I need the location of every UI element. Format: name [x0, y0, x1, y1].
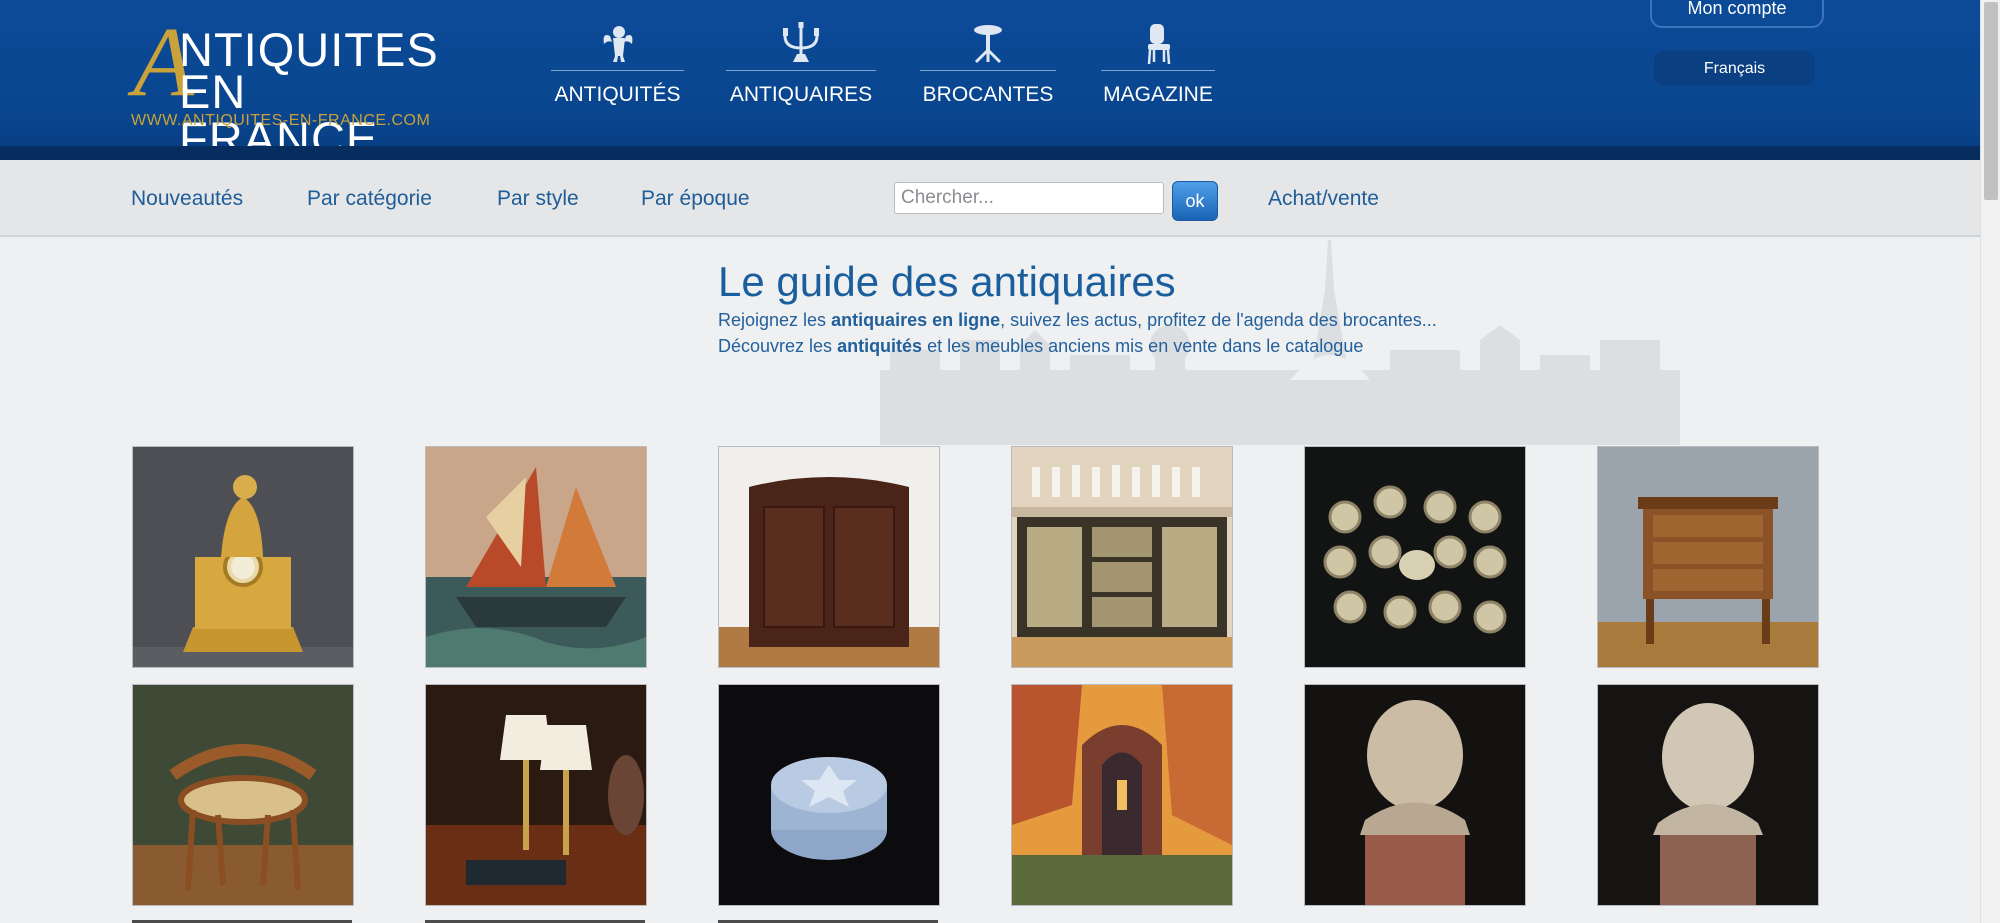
nav-underline: [551, 70, 684, 71]
walnut-corner-cabinet-image: [719, 447, 939, 667]
chair-icon: [1147, 24, 1171, 65]
pair-of-table-lamps-image: [426, 685, 646, 905]
cherub-icon: [603, 26, 632, 62]
product-thumbnail-ruined-abbey-painting[interactable]: [1011, 684, 1233, 906]
product-thumbnail-crystal-glass-set-on-cabinet[interactable]: [1011, 446, 1233, 668]
nav-underline: [726, 70, 876, 71]
hero-text: , suivez les actus, profitez de l'agenda…: [1000, 310, 1437, 330]
antiquites-link[interactable]: antiquités: [837, 336, 922, 356]
main-nav-label: MAGAZINE: [1103, 83, 1213, 106]
porcelain-tea-service-image: [1305, 447, 1525, 667]
child-bust-sculpture-1-image: [1305, 685, 1525, 905]
main-nav-antiquaires[interactable]: ANTIQUAIRES: [726, 22, 876, 112]
main-nav-brocantes[interactable]: BROCANTES: [920, 22, 1056, 112]
subnav-par-categorie[interactable]: Par catégorie: [307, 187, 432, 211]
product-thumbnail-walnut-corner-cabinet[interactable]: [718, 446, 940, 668]
site-header: A NTIQUITES EN FRANCE WWW.ANTIQUITES-EN-…: [0, 0, 1980, 163]
nav-underline: [1101, 70, 1215, 71]
nav-underline: [920, 70, 1056, 71]
sailboat-painting-image: [426, 447, 646, 667]
glass-powder-box-image: [719, 685, 939, 905]
scrollbar-thumb[interactable]: [1984, 2, 1998, 200]
main-nav-antiquites[interactable]: ANTIQUITÉS: [551, 22, 684, 112]
logo-url: WWW.ANTIQUITES-EN-FRANCE.COM: [131, 112, 431, 129]
bentwood-cane-armchair-image: [133, 685, 353, 905]
hero-text: Découvrez les: [718, 336, 838, 356]
product-thumbnail-gilt-bronze-clock[interactable]: [132, 446, 354, 668]
crystal-glass-set-image: [1012, 447, 1232, 667]
gilt-bronze-clock-image: [133, 447, 353, 667]
product-thumbnail-child-bust-sculpture-1[interactable]: [1304, 684, 1526, 906]
page-scrollbar[interactable]: [1980, 0, 2000, 923]
language-selector[interactable]: Français: [1654, 51, 1815, 86]
hero-text: Rejoignez les: [718, 310, 832, 330]
child-bust-sculpture-2-image: [1598, 685, 1818, 905]
search-input[interactable]: [894, 182, 1164, 214]
product-thumbnail-glass-powder-box[interactable]: [718, 684, 940, 906]
product-thumbnail-porcelain-tea-service[interactable]: [1304, 446, 1526, 668]
candelabra-icon: [783, 22, 819, 62]
product-thumbnail-small-chest-of-drawers[interactable]: [1597, 446, 1819, 668]
header-bottom-strip: [0, 146, 1980, 160]
subnav-nouveautes[interactable]: Nouveautés: [131, 187, 243, 211]
hero-intro-line-1: Rejoignez les antiquaires en ligne, suiv…: [718, 310, 1437, 331]
product-thumbnail-bentwood-cane-armchair[interactable]: [132, 684, 354, 906]
site-logo[interactable]: A NTIQUITES EN FRANCE WWW.ANTIQUITES-EN-…: [131, 12, 441, 163]
main-nav-label: BROCANTES: [922, 83, 1054, 106]
main-nav-magazine[interactable]: MAGAZINE: [1101, 22, 1215, 112]
ruined-abbey-painting-image: [1012, 685, 1232, 905]
search-ok-button[interactable]: ok: [1172, 181, 1218, 221]
main-nav-label: ANTIQUITÉS: [554, 83, 681, 106]
product-thumbnail-child-bust-sculpture-2[interactable]: [1597, 684, 1819, 906]
subnav-achat-vente[interactable]: Achat/vente: [1268, 187, 1379, 211]
sub-navigation: Nouveautés Par catégorie Par style Par é…: [0, 160, 1980, 237]
hero-intro-line-2: Découvrez les antiquités et les meubles …: [718, 336, 1363, 357]
product-thumbnail-pair-of-table-lamps[interactable]: [425, 684, 647, 906]
subnav-par-epoque[interactable]: Par époque: [641, 187, 750, 211]
product-thumbnail-sailboat-painting[interactable]: [425, 446, 647, 668]
pedestal-table-icon: [974, 25, 1002, 64]
antiquaires-en-ligne-link[interactable]: antiquaires en ligne: [831, 310, 1000, 330]
subnav-par-style[interactable]: Par style: [497, 187, 579, 211]
my-account-button[interactable]: Mon compte: [1650, 0, 1824, 28]
small-chest-of-drawers-image: [1598, 447, 1818, 667]
main-nav-label: ANTIQUAIRES: [729, 83, 873, 106]
hero-text: et les meubles anciens mis en vente dans…: [922, 336, 1364, 356]
page-title: Le guide des antiquaires: [718, 258, 1176, 305]
